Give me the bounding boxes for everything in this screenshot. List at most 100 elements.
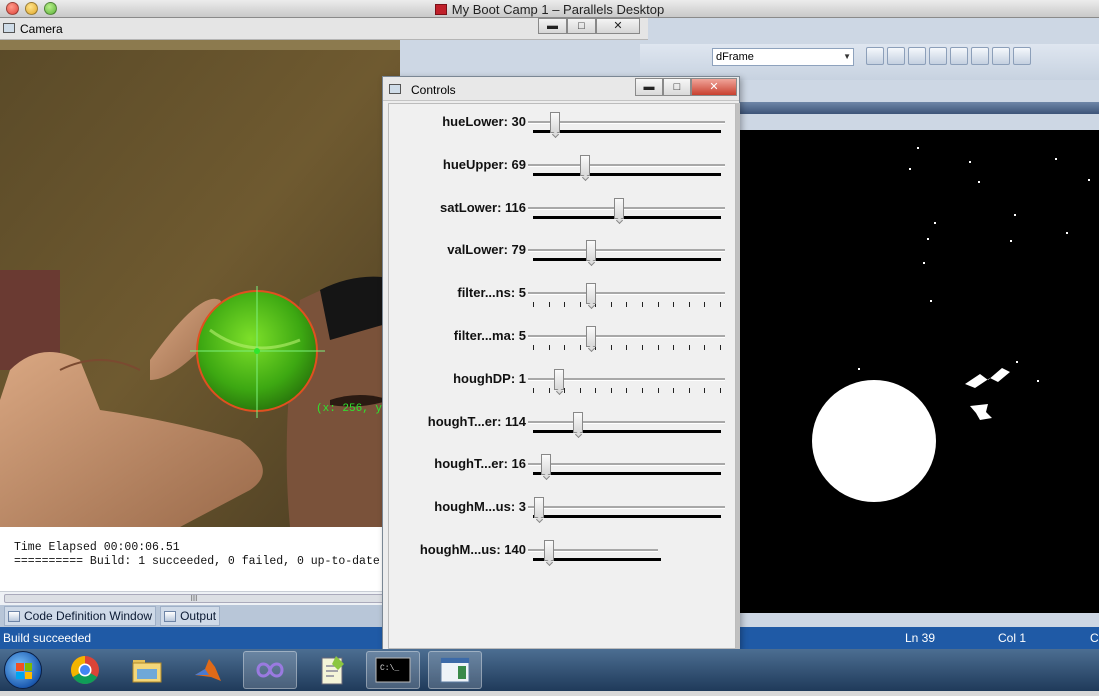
trackbar-baseline <box>533 258 721 262</box>
trackbar-thumb[interactable] <box>533 497 544 519</box>
mac-window-title: My Boot Camp 1 – Parallels Desktop <box>0 2 1099 17</box>
tab-output[interactable]: Output <box>160 606 221 626</box>
trackbar-thumb[interactable] <box>543 540 554 561</box>
properties-icon[interactable] <box>887 47 905 65</box>
output-line: Time Elapsed 00:00:06.51 <box>14 541 180 554</box>
bottom-tool-tabs: Code Definition Window Output <box>0 605 400 627</box>
tab-label: Output <box>180 609 217 623</box>
maximize-button[interactable]: □ <box>567 18 596 34</box>
taskbar-command-prompt[interactable]: C:\_ <box>366 651 420 689</box>
trackbar-track[interactable] <box>528 335 725 338</box>
trackbar-track[interactable] <box>528 206 725 210</box>
mac-window-bottom <box>0 691 1099 696</box>
threshold-view <box>740 130 1099 613</box>
trackbar-ticks <box>533 345 721 351</box>
trackbar-track[interactable] <box>528 463 725 467</box>
trackbar-thumb[interactable] <box>580 154 591 176</box>
tools-icon[interactable] <box>950 47 968 65</box>
trackbar-label: houghT...er: 114 <box>427 413 526 429</box>
start-button[interactable] <box>4 651 42 689</box>
trackbar-track[interactable] <box>528 420 725 424</box>
status-build-text: Build succeeded <box>3 631 92 645</box>
trackbar-track[interactable] <box>528 292 725 296</box>
trackbar-track[interactable] <box>528 163 725 167</box>
trackbar-thumb[interactable] <box>585 240 596 262</box>
find-icon[interactable] <box>866 47 884 65</box>
start-page-icon[interactable] <box>971 47 989 65</box>
trackbar-panel: hueLower: 30 hueUpper: 69 satLower: 116 val… <box>388 103 736 649</box>
trackbar-label: houghM...us: 3 <box>434 499 526 515</box>
mac-title-text: My Boot Camp 1 – Parallels Desktop <box>451 2 665 17</box>
chevron-down-icon[interactable]: ▼ <box>843 52 851 61</box>
trackbar-row: satLower: 116 <box>389 192 737 234</box>
trackbar-thumb[interactable] <box>614 197 625 219</box>
close-button[interactable]: ✕ <box>691 78 737 96</box>
folder-icon <box>132 660 162 683</box>
status-char: C <box>1090 631 1099 645</box>
trackbar-row: houghM...us: 3 <box>389 491 737 533</box>
controls-window-title: Controls <box>411 83 456 97</box>
command-window-icon[interactable] <box>1013 47 1031 65</box>
tab-code-definition-window[interactable]: Code Definition Window <box>4 606 157 626</box>
window-icon <box>389 84 401 94</box>
trackbar-label: hueLower: 30 <box>442 114 526 129</box>
threshold-image <box>740 130 1099 613</box>
trackbar-thumb[interactable] <box>585 283 596 305</box>
taskbar-chrome[interactable] <box>58 651 112 689</box>
trackbar-baseline <box>533 472 721 476</box>
trackbar-thumb[interactable] <box>550 112 561 133</box>
taskbar-notepad-plus-plus[interactable] <box>305 651 359 689</box>
trackbar-row: houghM...us: 140 <box>389 534 737 576</box>
mac-titlebar: My Boot Camp 1 – Parallels Desktop <box>0 0 1099 18</box>
taskbar-matlab[interactable] <box>181 651 235 689</box>
output-line: ========== Build: 1 succeeded, 0 failed,… <box>14 555 380 568</box>
trackbar-label: satLower: 116 <box>440 199 526 215</box>
trackbar-thumb[interactable] <box>541 454 552 476</box>
trackbar-thumb[interactable] <box>585 326 596 347</box>
trackbar-baseline <box>533 515 721 519</box>
object-browser-icon[interactable] <box>992 47 1010 65</box>
visual-studio-icon <box>256 662 284 678</box>
output-horizontal-scrollbar[interactable]: III <box>0 591 400 605</box>
controls-window-buttons: ▬ □ ✕ <box>635 78 737 96</box>
minimize-button[interactable]: ▬ <box>635 78 663 96</box>
trackbar-label: houghM...us: 140 <box>419 542 526 557</box>
close-button[interactable]: ✕ <box>596 18 640 34</box>
taskbar-app-window[interactable] <box>428 651 482 689</box>
scrollbar-thumb[interactable]: III <box>4 594 384 603</box>
camera-feed: (x: 256, y <box>0 40 400 527</box>
trackbar-track[interactable] <box>528 506 725 510</box>
trackbar-thumb[interactable] <box>572 411 583 433</box>
class-view-icon[interactable] <box>929 47 947 65</box>
camera-window-buttons: ▬ □ ✕ <box>538 18 640 34</box>
cmd-icon-text: C:\_ <box>380 664 399 673</box>
windows-taskbar: C:\_ <box>0 649 1099 691</box>
maximize-button[interactable]: □ <box>663 78 691 96</box>
controls-window: Controls ▬ □ ✕ hueLower: 30 hueUpper: 69 s… <box>382 76 740 650</box>
trackbar-row: houghDP: 1 <box>389 363 737 405</box>
code-definition-icon <box>8 610 20 622</box>
windows-logo-icon <box>16 663 32 679</box>
app-window-icon <box>440 657 470 683</box>
trackbar-label: houghT...er: 16 <box>434 456 526 472</box>
taskbar-visual-studio[interactable] <box>243 651 297 689</box>
matlab-icon <box>195 659 221 681</box>
ide-toolbar-buttons <box>866 47 1031 65</box>
controls-scrollbar[interactable] <box>736 103 740 649</box>
trackbar-row: hueUpper: 69 <box>389 149 737 191</box>
trackbar-track[interactable] <box>528 249 725 253</box>
toolbox-icon[interactable] <box>908 47 926 65</box>
tab-label: Code Definition Window <box>24 609 153 623</box>
status-column: Col 1 <box>998 631 1027 645</box>
taskbar-explorer[interactable] <box>120 651 174 689</box>
minimize-button[interactable]: ▬ <box>538 18 567 34</box>
trackbar-label: hueUpper: 69 <box>442 156 526 172</box>
trackbar-row: valLower: 79 <box>389 234 737 276</box>
trackbar-thumb[interactable] <box>554 368 565 390</box>
camera-window-title: Camera <box>20 22 63 36</box>
trackbar-row: filter...ns: 5 <box>389 277 737 319</box>
trackbar-row: hueLower: 30 <box>389 106 737 148</box>
trackbar-row: filter...ma: 5 <box>389 320 737 362</box>
status-line: Ln 39 <box>905 631 936 645</box>
ide-solution-combo[interactable]: dFrame ▼ <box>712 48 854 66</box>
